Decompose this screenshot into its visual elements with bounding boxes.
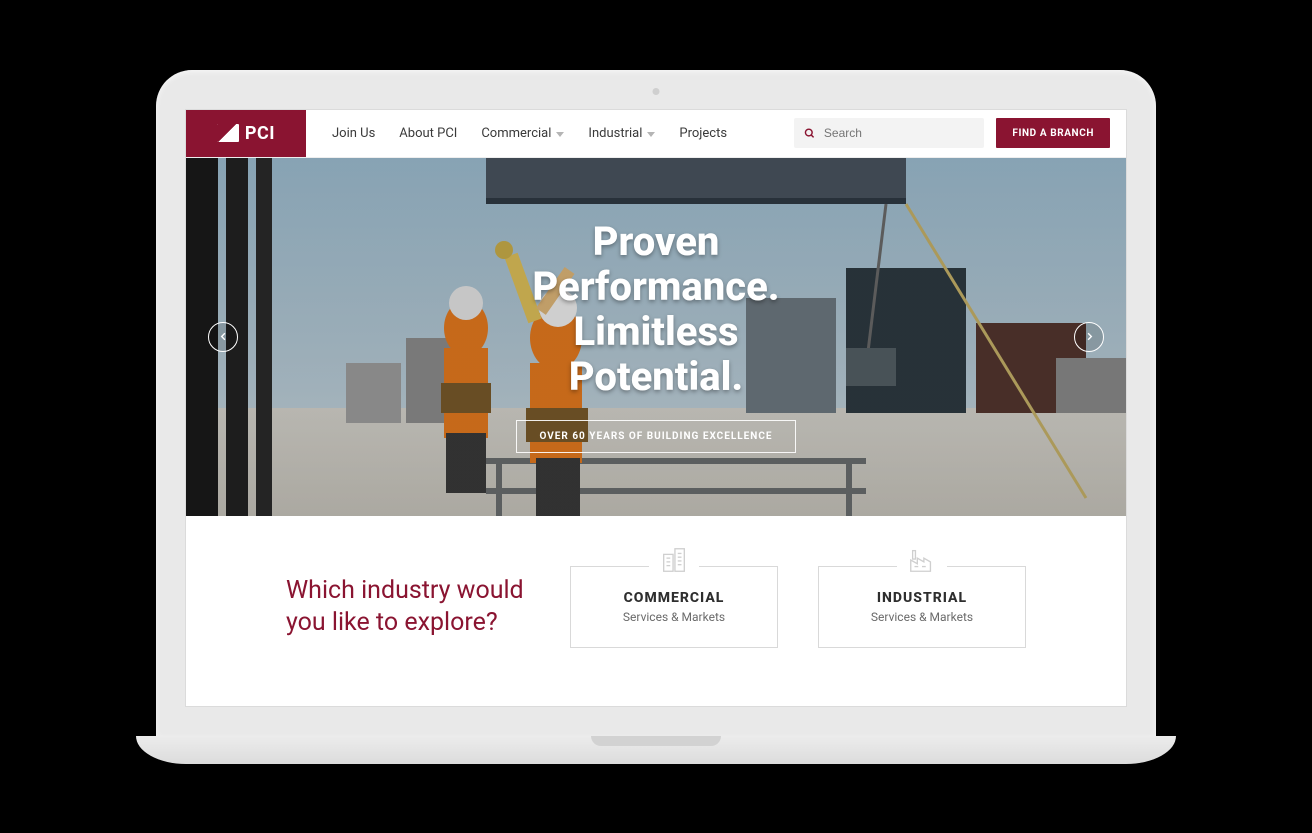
laptop-base (136, 736, 1176, 764)
brand-name: PCI (245, 123, 275, 144)
industry-section: Which industry would you like to explore… (186, 516, 1126, 706)
laptop-camera (653, 88, 660, 95)
chevron-down-icon (647, 132, 655, 137)
hero-line-2: Performance. (532, 263, 779, 310)
nav-projects[interactable]: Projects (679, 126, 727, 141)
carousel-prev-button[interactable] (208, 322, 238, 352)
find-branch-button[interactable]: FIND A BRANCH (996, 118, 1110, 148)
nav-label: Industrial (588, 126, 642, 141)
hero-line-3: Limitless (573, 308, 738, 355)
site-header: PCI Join Us About PCI Commercial (186, 110, 1126, 158)
stage: PCI Join Us About PCI Commercial (0, 0, 1312, 833)
nav-label: About PCI (399, 126, 457, 141)
website-screen: PCI Join Us About PCI Commercial (186, 110, 1126, 706)
laptop-lid: PCI Join Us About PCI Commercial (156, 70, 1156, 736)
search-input[interactable] (824, 126, 974, 140)
hero-content: Proven Performance. Limitless Potential.… (516, 220, 795, 452)
nav-join-us[interactable]: Join Us (332, 126, 375, 141)
industry-card-title: COMMERCIAL (624, 590, 725, 606)
primary-nav: Join Us About PCI Commercial Industrial (306, 110, 794, 157)
carousel-next-button[interactable] (1074, 322, 1104, 352)
industry-card-industrial[interactable]: INDUSTRIAL Services & Markets (818, 566, 1026, 648)
search-icon (804, 127, 816, 140)
find-branch-label: FIND A BRANCH (1012, 128, 1094, 139)
factory-icon (897, 545, 947, 575)
nav-label: Commercial (481, 126, 551, 141)
search-box[interactable] (794, 118, 984, 148)
hero-subtitle-label: OVER 60 YEARS OF BUILDING EXCELLENCE (539, 431, 772, 442)
industry-card-subtitle: Services & Markets (871, 610, 973, 624)
logo-mark-icon (217, 124, 239, 142)
nav-label: Projects (679, 126, 727, 141)
industry-card-commercial[interactable]: COMMERCIAL Services & Markets (570, 566, 778, 648)
hero-line-4: Potential. (569, 353, 744, 400)
hero-subtitle-button[interactable]: OVER 60 YEARS OF BUILDING EXCELLENCE (516, 420, 795, 453)
hero-headline: Proven Performance. Limitless Potential. (532, 220, 779, 399)
nav-label: Join Us (332, 126, 375, 141)
nav-commercial[interactable]: Commercial (481, 126, 564, 141)
chevron-right-icon (1084, 331, 1095, 342)
buildings-icon (649, 545, 699, 575)
hero-carousel: Proven Performance. Limitless Potential.… (186, 158, 1126, 516)
chevron-down-icon (556, 132, 564, 137)
industry-card-title: INDUSTRIAL (877, 590, 967, 606)
laptop-mockup: PCI Join Us About PCI Commercial (136, 70, 1176, 764)
nav-industrial[interactable]: Industrial (588, 126, 655, 141)
header-actions: FIND A BRANCH (794, 110, 1126, 157)
industry-question: Which industry would you like to explore… (286, 575, 530, 639)
industry-card-subtitle: Services & Markets (623, 610, 725, 624)
chevron-left-icon (218, 331, 229, 342)
hero-line-1: Proven (593, 218, 720, 265)
brand-logo[interactable]: PCI (186, 110, 306, 157)
nav-about-pci[interactable]: About PCI (399, 126, 457, 141)
